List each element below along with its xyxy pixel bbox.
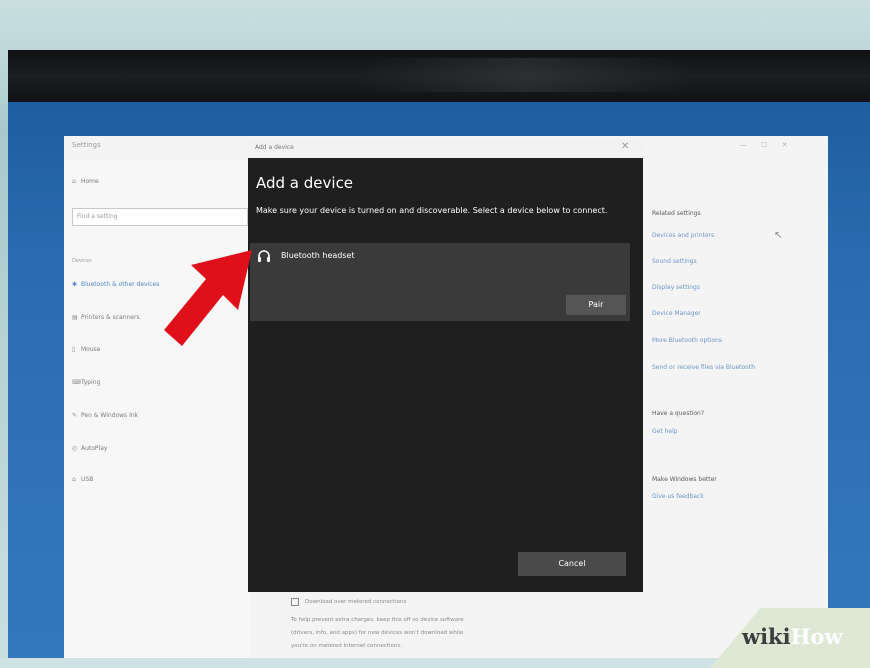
feedback-heading: Make Windows better [652,476,717,483]
metered-checkbox-label: Download over metered connections [305,599,407,605]
metered-description-line: you're on metered Internet connections. [291,643,403,649]
sidebar-item-typing[interactable]: ⌨Typing [72,379,100,386]
mouse-icon: ▯ [72,346,76,353]
pen-icon: ✎ [72,412,78,419]
link-device-manager[interactable]: Device Manager [652,310,701,317]
dialog-heading: Add a device [256,174,354,192]
metered-description-line: (drivers, info, and apps) for new device… [291,630,464,636]
link-more-bluetooth-options[interactable]: More Bluetooth options [652,337,722,344]
dialog-titlebar-text: Add a device [255,144,294,151]
sidebar-item-label: Printers & scanners [81,314,140,321]
metered-connection-checkbox[interactable] [291,598,299,606]
sidebar-item-bluetooth[interactable]: ✱ Bluetooth & other devices [72,281,159,288]
mouse-cursor-icon: ↖ [774,230,783,241]
cancel-button[interactable]: Cancel [518,552,626,576]
sidebar-item-pen[interactable]: ✎ Pen & Windows Ink [72,412,138,419]
sidebar-item-label: USB [81,476,94,483]
dialog-description: Make sure your device is turned on and d… [256,206,608,215]
printer-icon: ▤ [72,314,78,321]
sidebar-item-mouse[interactable]: ▯ Mouse [72,346,100,353]
link-send-receive-files[interactable]: Send or receive files via Bluetooth [652,364,755,371]
link-sound-settings[interactable]: Sound settings [652,258,697,265]
watermark-how: How [790,624,843,649]
dialog-titlebar [248,140,643,158]
window-controls[interactable]: — ☐ ✕ [740,141,794,149]
usb-icon: ⌂ [72,476,76,483]
home-icon: ⌂ [72,178,76,185]
sidebar-item-autoplay[interactable]: ◴ AutoPlay [72,445,107,452]
link-devices-and-printers[interactable]: Devices and printers [652,232,714,239]
settings-title: Settings [72,141,101,149]
autoplay-icon: ◴ [72,445,78,452]
wikihow-watermark: wikiHow [742,624,843,649]
sidebar-item-usb[interactable]: ⌂ USB [72,476,93,483]
settings-search-input[interactable]: Find a setting [72,208,248,226]
section-label: Devices [72,258,92,264]
sidebar-item-home[interactable]: ⌂ Home [72,178,99,185]
related-settings-heading: Related settings [652,210,701,217]
keyboard-icon: ⌨ [72,379,81,386]
red-arrow-annotation [164,250,252,346]
link-display-settings[interactable]: Display settings [652,284,700,291]
sidebar-item-printers[interactable]: ▤ Printers & scanners [72,314,140,321]
pair-button[interactable]: Pair [566,295,626,315]
sidebar-item-label: AutoPlay [81,445,108,452]
question-heading: Have a question? [652,410,705,417]
bluetooth-icon: ✱ [72,281,78,288]
settings-sidebar [64,160,250,658]
bezel-reflection [360,58,690,92]
sidebar-item-label: Home [81,178,99,185]
metered-description-line: To help prevent extra charges, keep this… [291,617,464,623]
sidebar-item-label: Pen & Windows Ink [81,412,139,419]
device-name: Bluetooth headset [281,251,355,260]
sidebar-item-label: Typing [81,379,101,386]
sidebar-item-label: Bluetooth & other devices [81,281,160,288]
link-get-help[interactable]: Get help [652,428,678,435]
watermark-wiki: wiki [742,624,791,649]
close-icon[interactable]: ✕ [621,141,629,152]
sidebar-item-label: Mouse [81,346,101,353]
link-give-feedback[interactable]: Give us feedback [652,493,704,500]
